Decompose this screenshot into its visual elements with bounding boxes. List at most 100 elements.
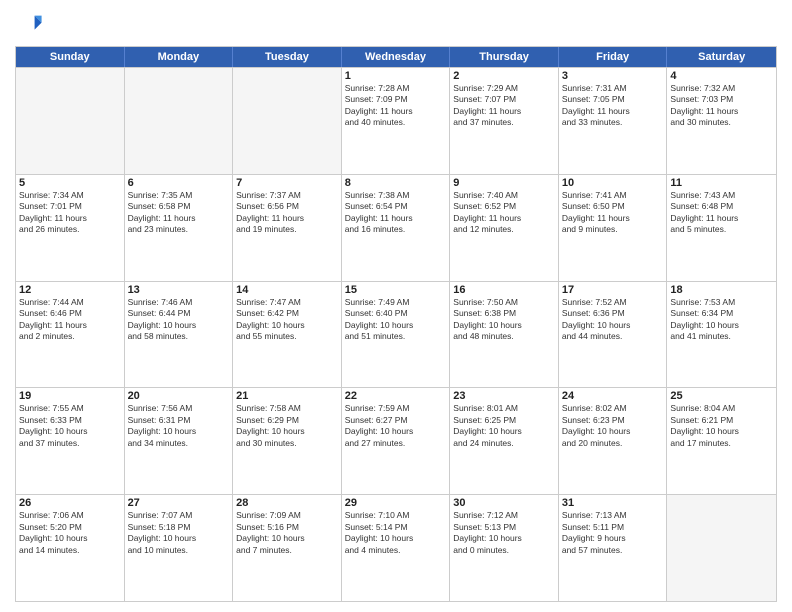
- cell-line: Daylight: 10 hours: [670, 320, 773, 331]
- day-number: 28: [236, 497, 338, 509]
- cal-cell-2-1: 13Sunrise: 7:46 AMSunset: 6:44 PMDayligh…: [125, 282, 234, 388]
- day-header-wednesday: Wednesday: [342, 47, 451, 67]
- cell-line: Sunrise: 7:50 AM: [453, 297, 555, 308]
- cell-line: and 2 minutes.: [19, 331, 121, 342]
- cell-line: and 19 minutes.: [236, 224, 338, 235]
- day-number: 14: [236, 284, 338, 296]
- day-number: 30: [453, 497, 555, 509]
- cell-line: Daylight: 10 hours: [19, 426, 121, 437]
- cell-line: Sunset: 6:40 PM: [345, 308, 447, 319]
- cell-line: Daylight: 11 hours: [19, 213, 121, 224]
- week-row-2: 12Sunrise: 7:44 AMSunset: 6:46 PMDayligh…: [16, 281, 776, 388]
- cal-cell-2-0: 12Sunrise: 7:44 AMSunset: 6:46 PMDayligh…: [16, 282, 125, 388]
- cell-line: and 16 minutes.: [345, 224, 447, 235]
- cell-line: Sunrise: 7:53 AM: [670, 297, 773, 308]
- cell-line: Daylight: 10 hours: [236, 320, 338, 331]
- cal-cell-0-1: [125, 68, 234, 174]
- day-number: 9: [453, 177, 555, 189]
- day-header-monday: Monday: [125, 47, 234, 67]
- cal-cell-2-6: 18Sunrise: 7:53 AMSunset: 6:34 PMDayligh…: [667, 282, 776, 388]
- cell-line: and 9 minutes.: [562, 224, 664, 235]
- cal-cell-3-1: 20Sunrise: 7:56 AMSunset: 6:31 PMDayligh…: [125, 388, 234, 494]
- cell-line: Sunset: 6:44 PM: [128, 308, 230, 319]
- day-number: 23: [453, 390, 555, 402]
- cell-line: Sunrise: 7:49 AM: [345, 297, 447, 308]
- week-row-4: 26Sunrise: 7:06 AMSunset: 5:20 PMDayligh…: [16, 494, 776, 601]
- cell-line: Sunrise: 7:41 AM: [562, 190, 664, 201]
- cell-line: Sunrise: 7:07 AM: [128, 510, 230, 521]
- cell-line: Sunrise: 7:47 AM: [236, 297, 338, 308]
- cell-line: Sunset: 6:38 PM: [453, 308, 555, 319]
- day-number: 8: [345, 177, 447, 189]
- cell-line: and 17 minutes.: [670, 438, 773, 449]
- logo-icon: [15, 10, 43, 38]
- cell-line: Sunset: 6:46 PM: [19, 308, 121, 319]
- cal-cell-1-5: 10Sunrise: 7:41 AMSunset: 6:50 PMDayligh…: [559, 175, 668, 281]
- cell-line: Daylight: 10 hours: [128, 533, 230, 544]
- cell-line: Sunrise: 7:58 AM: [236, 403, 338, 414]
- cal-cell-4-3: 29Sunrise: 7:10 AMSunset: 5:14 PMDayligh…: [342, 495, 451, 601]
- cell-line: Sunrise: 7:06 AM: [19, 510, 121, 521]
- cal-cell-4-2: 28Sunrise: 7:09 AMSunset: 5:16 PMDayligh…: [233, 495, 342, 601]
- day-number: 10: [562, 177, 664, 189]
- day-number: 1: [345, 70, 447, 82]
- cell-line: Sunrise: 7:40 AM: [453, 190, 555, 201]
- cal-cell-4-4: 30Sunrise: 7:12 AMSunset: 5:13 PMDayligh…: [450, 495, 559, 601]
- cell-line: Daylight: 10 hours: [128, 426, 230, 437]
- week-row-3: 19Sunrise: 7:55 AMSunset: 6:33 PMDayligh…: [16, 387, 776, 494]
- cal-cell-3-3: 22Sunrise: 7:59 AMSunset: 6:27 PMDayligh…: [342, 388, 451, 494]
- cell-line: and 51 minutes.: [345, 331, 447, 342]
- cell-line: Sunset: 7:09 PM: [345, 94, 447, 105]
- cal-cell-3-0: 19Sunrise: 7:55 AMSunset: 6:33 PMDayligh…: [16, 388, 125, 494]
- cell-line: Sunset: 6:48 PM: [670, 201, 773, 212]
- cell-line: Sunrise: 7:10 AM: [345, 510, 447, 521]
- cal-cell-2-5: 17Sunrise: 7:52 AMSunset: 6:36 PMDayligh…: [559, 282, 668, 388]
- cell-line: Sunset: 5:13 PM: [453, 522, 555, 533]
- day-number: 16: [453, 284, 555, 296]
- cell-line: Sunrise: 7:13 AM: [562, 510, 664, 521]
- cell-line: Sunrise: 7:56 AM: [128, 403, 230, 414]
- day-number: 29: [345, 497, 447, 509]
- cell-line: Sunrise: 8:01 AM: [453, 403, 555, 414]
- cell-line: Daylight: 10 hours: [562, 426, 664, 437]
- cell-line: Sunrise: 7:37 AM: [236, 190, 338, 201]
- cell-line: and 30 minutes.: [236, 438, 338, 449]
- cell-line: Sunset: 6:29 PM: [236, 415, 338, 426]
- cell-line: Sunrise: 7:43 AM: [670, 190, 773, 201]
- cell-line: Sunrise: 8:04 AM: [670, 403, 773, 414]
- cell-line: and 34 minutes.: [128, 438, 230, 449]
- day-number: 24: [562, 390, 664, 402]
- cell-line: Sunset: 6:50 PM: [562, 201, 664, 212]
- cell-line: Sunset: 6:42 PM: [236, 308, 338, 319]
- cell-line: Sunrise: 7:38 AM: [345, 190, 447, 201]
- day-number: 27: [128, 497, 230, 509]
- cal-cell-1-2: 7Sunrise: 7:37 AMSunset: 6:56 PMDaylight…: [233, 175, 342, 281]
- day-number: 18: [670, 284, 773, 296]
- cell-line: Daylight: 11 hours: [562, 106, 664, 117]
- cell-line: Sunrise: 7:32 AM: [670, 83, 773, 94]
- day-number: 4: [670, 70, 773, 82]
- cell-line: and 12 minutes.: [453, 224, 555, 235]
- day-number: 11: [670, 177, 773, 189]
- cell-line: Daylight: 11 hours: [670, 213, 773, 224]
- cell-line: and 37 minutes.: [453, 117, 555, 128]
- cal-cell-1-3: 8Sunrise: 7:38 AMSunset: 6:54 PMDaylight…: [342, 175, 451, 281]
- calendar-header: SundayMondayTuesdayWednesdayThursdayFrid…: [16, 47, 776, 67]
- cal-cell-0-5: 3Sunrise: 7:31 AMSunset: 7:05 PMDaylight…: [559, 68, 668, 174]
- cell-line: and 10 minutes.: [128, 545, 230, 556]
- cell-line: Sunrise: 7:29 AM: [453, 83, 555, 94]
- cell-line: Sunset: 6:21 PM: [670, 415, 773, 426]
- cell-line: Sunset: 6:25 PM: [453, 415, 555, 426]
- day-header-tuesday: Tuesday: [233, 47, 342, 67]
- cal-cell-0-6: 4Sunrise: 7:32 AMSunset: 7:03 PMDaylight…: [667, 68, 776, 174]
- cell-line: Sunset: 7:03 PM: [670, 94, 773, 105]
- cell-line: and 20 minutes.: [562, 438, 664, 449]
- cell-line: Sunrise: 7:35 AM: [128, 190, 230, 201]
- cell-line: and 57 minutes.: [562, 545, 664, 556]
- cal-cell-0-2: [233, 68, 342, 174]
- cal-cell-3-2: 21Sunrise: 7:58 AMSunset: 6:29 PMDayligh…: [233, 388, 342, 494]
- cell-line: Daylight: 11 hours: [19, 320, 121, 331]
- cell-line: Sunrise: 7:59 AM: [345, 403, 447, 414]
- cell-line: Sunrise: 7:55 AM: [19, 403, 121, 414]
- cell-line: Daylight: 10 hours: [236, 426, 338, 437]
